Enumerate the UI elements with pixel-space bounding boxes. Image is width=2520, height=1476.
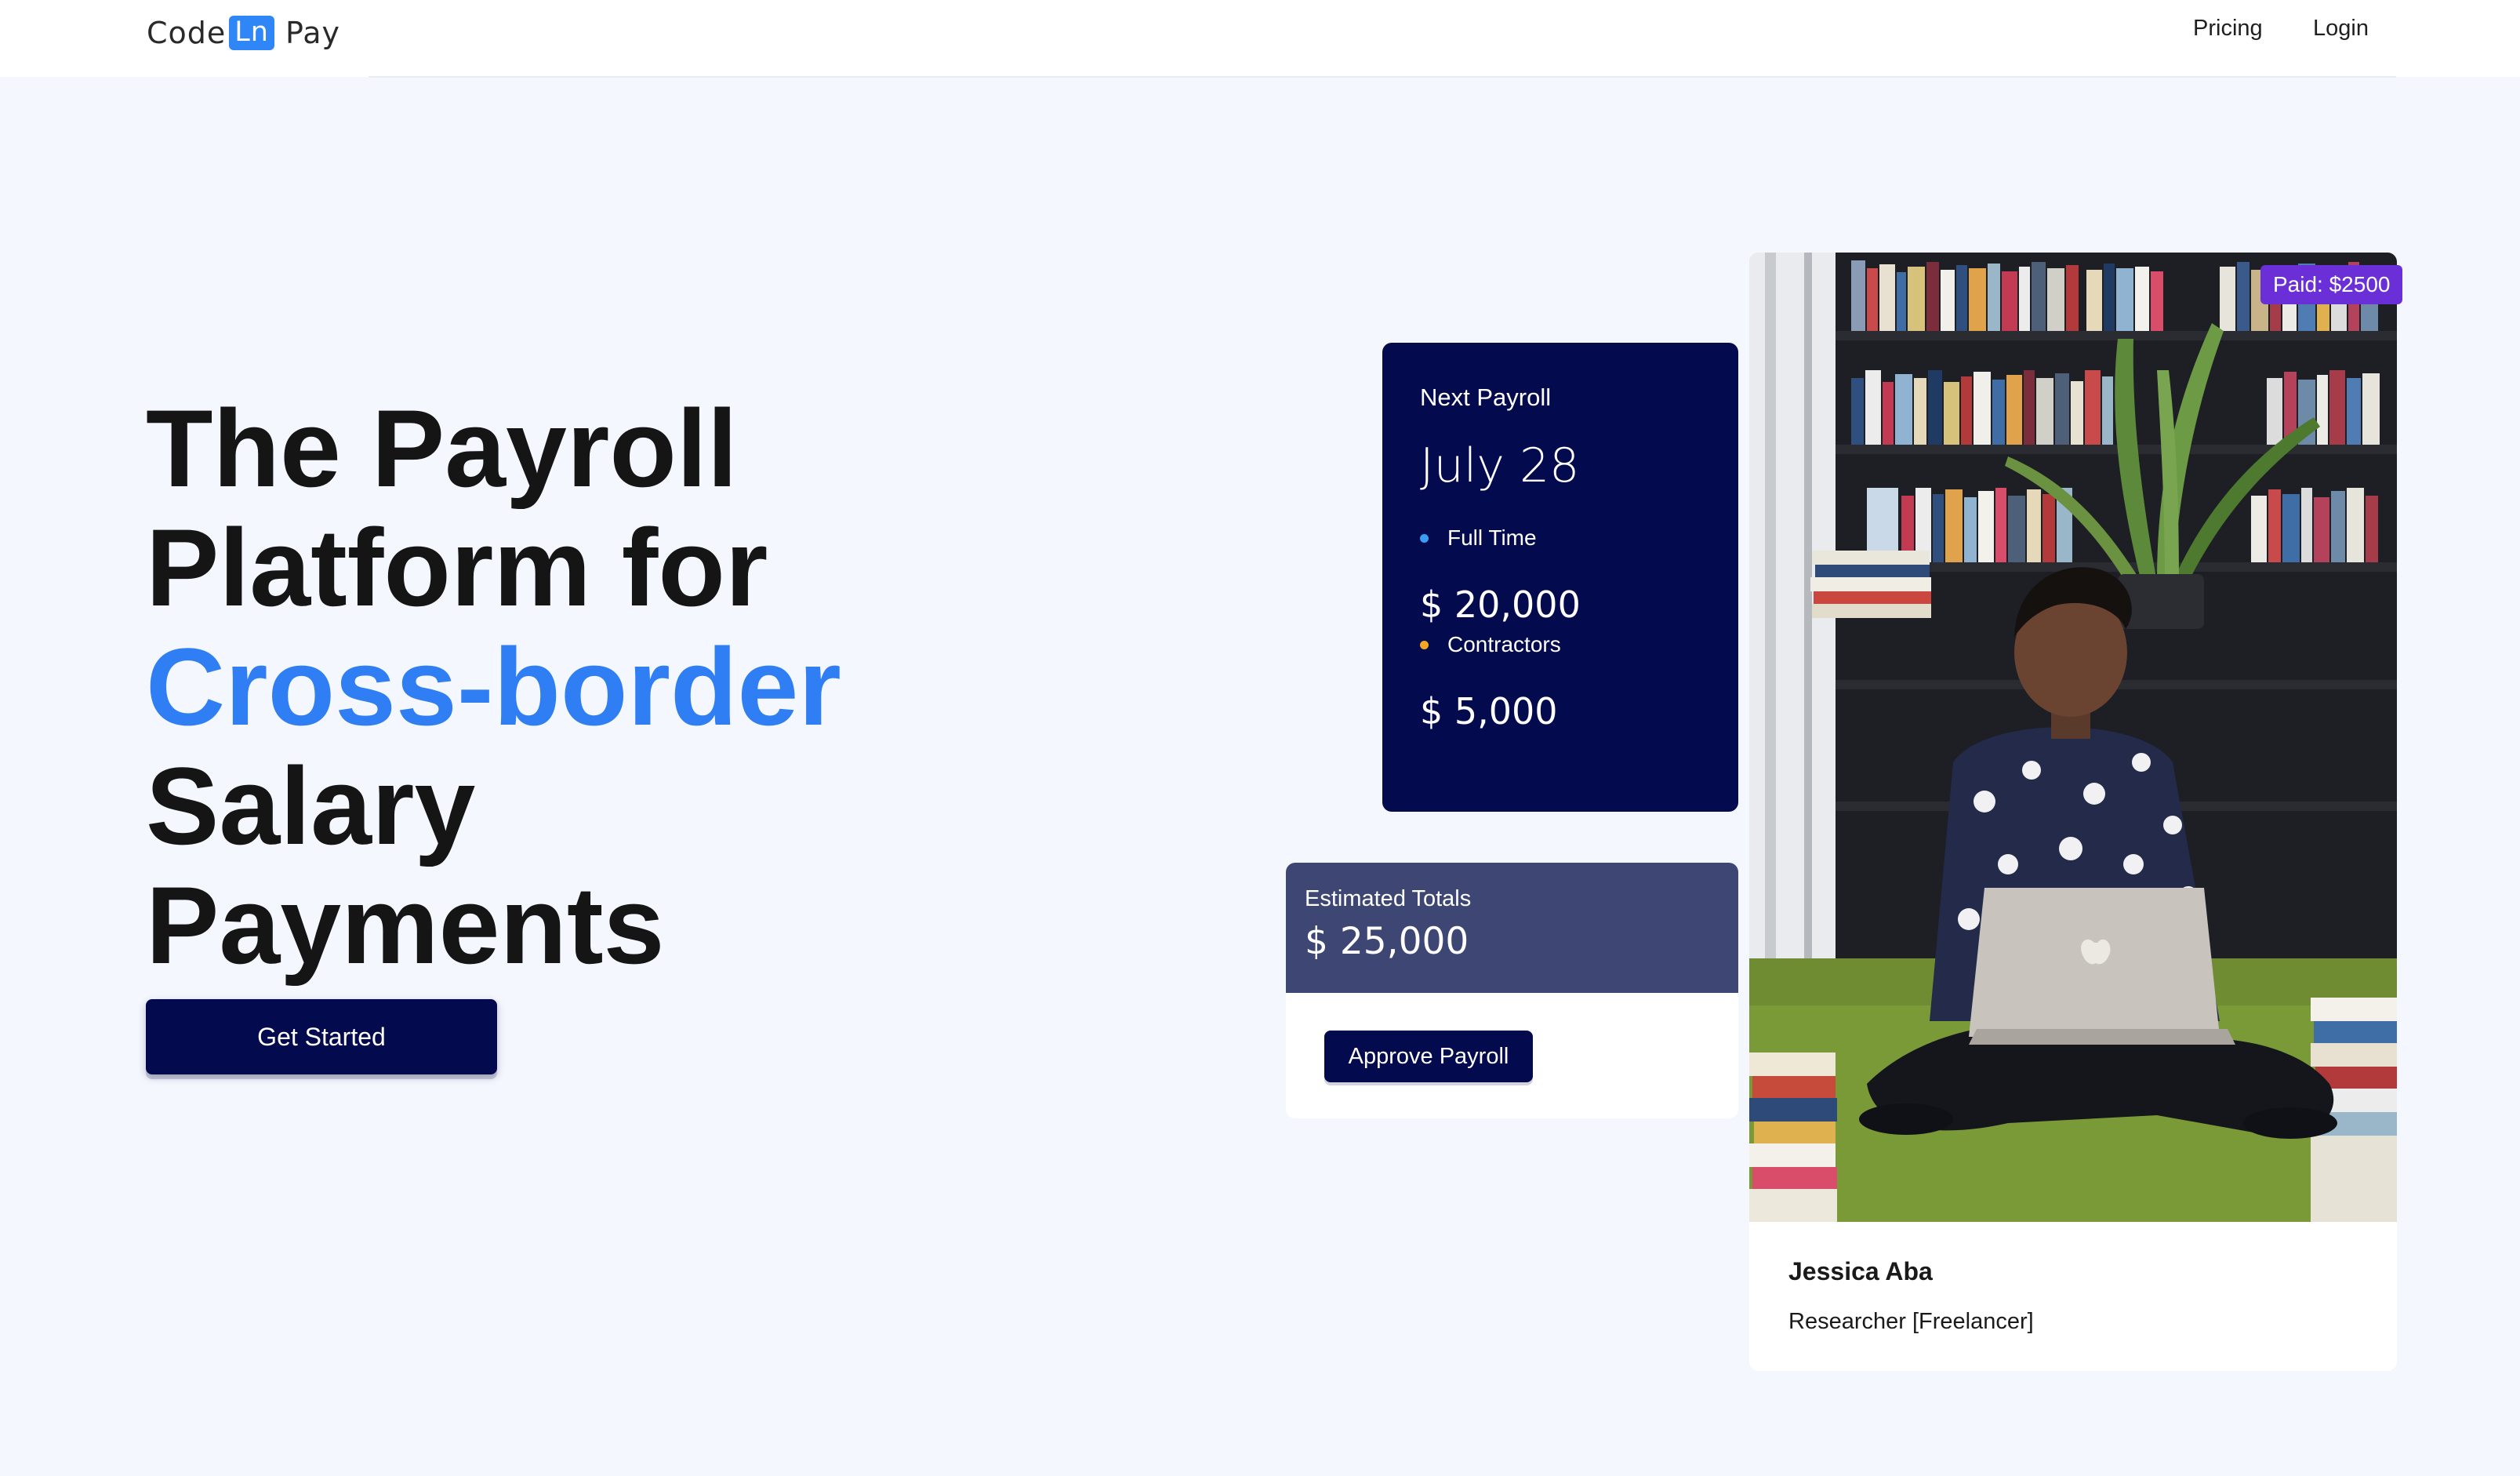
brand-pay: Pay [285,16,340,50]
hero-heading: The Payroll Platform for Cross-border Sa… [146,389,1165,985]
nav-pricing-link[interactable]: Pricing [2193,14,2263,42]
estimated-totals-label: Estimated Totals [1305,886,1472,911]
profile-name: Jessica Aba [1788,1257,1933,1285]
approve-payroll-button[interactable]: Approve Payroll [1324,1031,1533,1082]
contractors-label: Contractors [1447,632,1561,656]
brand-logo[interactable]: Code Ln Pay [147,11,340,55]
navbar-divider [369,76,2396,78]
next-payroll-date: July 28 [1420,438,1580,493]
profile-role: Researcher [Freelancer] [1788,1309,2034,1334]
hero-line-1: The Payroll [146,387,738,510]
full-time-label: Full Time [1447,525,1537,550]
brand-code: Code [147,16,227,50]
next-payroll-card: Next Payroll July 28 Full Time $ 20,000 … [1382,343,1738,812]
estimated-totals-value: $ 25,000 [1305,920,1469,963]
estimated-totals-card: Estimated Totals $ 25,000 Approve Payrol… [1286,863,1738,1118]
contractors-dot-icon [1420,640,1429,649]
next-payroll-title: Next Payroll [1420,384,1552,411]
profile-photo [1749,253,2397,1222]
paid-badge: Paid: $2500 [2260,265,2403,304]
nav-login-link[interactable]: Login [2313,14,2369,42]
hero-line-accent: Cross-border [146,625,841,748]
full-time-dot-icon [1420,533,1429,543]
brand-ln-badge: Ln [229,16,274,50]
contractors-row: Contractors [1420,631,1738,658]
full-time-amount: $ 20,000 [1420,583,1581,626]
full-time-row: Full Time [1420,525,1738,551]
navbar: Code Ln Pay Pricing Login [0,0,2520,78]
hero-line-2: Platform for [146,506,768,629]
hero-line-5: Payments [146,863,665,987]
profile-card: Jessica Aba Researcher [Freelancer] [1749,253,2397,1371]
hero-line-4: Salary [146,744,476,867]
estimated-totals-header: Estimated Totals $ 25,000 [1286,863,1738,993]
contractors-amount: $ 5,000 [1420,690,1558,733]
get-started-button[interactable]: Get Started [146,999,497,1074]
